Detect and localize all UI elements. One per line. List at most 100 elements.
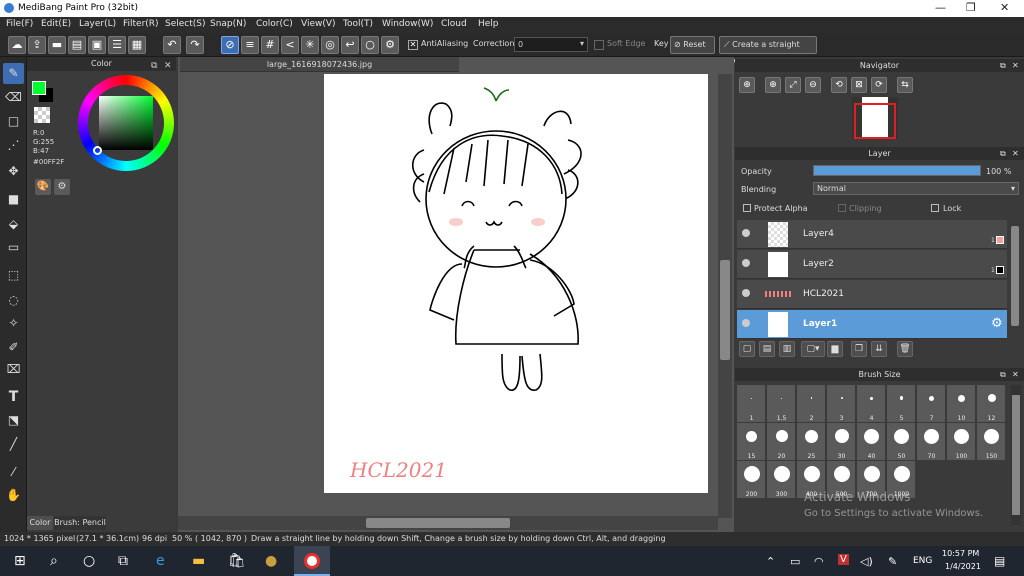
ellipse-snap-icon[interactable]: ○	[361, 36, 379, 54]
layer-row[interactable]: Layer2 1	[737, 250, 1007, 279]
new-halftone-layer-icon[interactable]: ▤	[759, 341, 775, 357]
network-icon[interactable]: ▭	[790, 555, 800, 568]
operation-tool-icon[interactable]: ⬔	[3, 410, 24, 431]
palette-settings-icon[interactable]: ⚙	[54, 179, 70, 195]
menu-snap[interactable]: Snap(N)	[210, 19, 246, 29]
menu-window[interactable]: Window(W)	[382, 19, 433, 29]
file-explorer-icon[interactable]: ▬	[192, 553, 205, 569]
close-panel-icon[interactable]: ✕	[1012, 147, 1019, 160]
menu-file[interactable]: File(F)	[6, 19, 33, 29]
zoom-fit-icon[interactable]: ⊕	[739, 77, 755, 93]
redo-icon[interactable]: ↷	[186, 36, 204, 54]
menu-filter[interactable]: Filter(R)	[123, 19, 159, 29]
hand-tool-icon[interactable]: ✋	[3, 485, 24, 506]
undo-icon[interactable]: ↶	[163, 36, 181, 54]
chevron-up-icon[interactable]: ⌃	[766, 555, 775, 568]
circle-snap-icon[interactable]: ◎	[321, 36, 339, 54]
zoom-out-icon[interactable]: ⊖	[805, 77, 821, 93]
menu-edit[interactable]: Edit(E)	[41, 19, 71, 29]
correction-select[interactable]: 0 ▾	[514, 37, 588, 52]
color-wheel[interactable]	[78, 75, 174, 171]
speech-icon[interactable]: ▤	[68, 36, 86, 54]
clock-time[interactable]: 10:57 PM	[942, 549, 979, 558]
page-icon[interactable]: ▣	[88, 36, 106, 54]
snap-off-icon[interactable]: ⊘	[221, 36, 239, 54]
undock-icon[interactable]: ⧉	[151, 59, 157, 73]
close-panel-icon[interactable]: ✕	[164, 59, 172, 73]
lasso-tool-icon[interactable]: ◌	[3, 290, 24, 311]
lock-checkbox[interactable]	[931, 204, 939, 212]
folder-icon[interactable]: ▆	[827, 341, 843, 357]
divide-tool-icon[interactable]: ╱	[3, 434, 24, 455]
layer-row[interactable]: HCL2021	[737, 280, 1007, 309]
brush-size-cell[interactable]: 10	[947, 385, 976, 422]
fit-window-icon[interactable]: ⤢	[785, 77, 801, 93]
clipping-checkbox[interactable]	[838, 204, 846, 212]
menu-help[interactable]: Help	[478, 19, 499, 29]
visibility-icon[interactable]	[742, 319, 750, 327]
brush-size-cell[interactable]: 15	[737, 423, 766, 460]
vpn-icon[interactable]: V	[838, 554, 849, 565]
magic-wand-tool-icon[interactable]: ✧	[3, 313, 24, 334]
vertical-scrollbar[interactable]	[718, 74, 732, 518]
rectangle-tool-icon[interactable]: □	[3, 111, 24, 132]
menu-tool[interactable]: Tool(T)	[343, 19, 373, 29]
vanishing-snap-icon[interactable]: <	[281, 36, 299, 54]
bucket-tool-icon[interactable]: ⬙	[3, 214, 24, 235]
straight-line-button[interactable]: ⟋ Create a straight line	[719, 36, 817, 65]
zoom-in-icon[interactable]: ⊕	[765, 77, 781, 93]
navigator-preview[interactable]	[852, 97, 898, 139]
reset-button[interactable]: ⊘ Reset	[670, 36, 715, 54]
radial-snap-icon[interactable]: ✳	[301, 36, 319, 54]
list-icon[interactable]: ☰	[108, 36, 126, 54]
medibang-taskbar-button[interactable]	[294, 546, 330, 576]
brush-size-cell[interactable]: 1	[737, 385, 766, 422]
wifi-icon[interactable]: ◠	[814, 555, 824, 568]
menu-select[interactable]: Select(S)	[165, 19, 206, 29]
brush-size-cell[interactable]: 50	[887, 423, 916, 460]
horizontal-scroll-thumb[interactable]	[366, 518, 510, 528]
maximize-button[interactable]: ❐	[966, 1, 976, 14]
vertical-scroll-thumb[interactable]	[720, 260, 730, 360]
task-view-icon[interactable]: ⧉	[118, 553, 128, 569]
start-icon[interactable]: ⊞	[14, 553, 26, 569]
brush-size-cell[interactable]: 12	[977, 385, 1006, 422]
layer-list-scrollbar[interactable]	[1009, 220, 1021, 339]
store-icon[interactable]: 🛍	[228, 553, 246, 569]
document-tab[interactable]: large_1616918072436.jpg	[180, 57, 459, 72]
gradient-tool-icon[interactable]: ▭	[3, 237, 24, 258]
minimize-button[interactable]: —	[935, 1, 946, 14]
brush-scroll-thumb[interactable]	[1012, 395, 1020, 515]
duplicate-layer-icon[interactable]: ❐	[851, 341, 867, 357]
blending-select[interactable]: Normal ▾	[813, 182, 1019, 195]
curve-snap-icon[interactable]: ↩	[341, 36, 359, 54]
brush-size-cell[interactable]: 100	[947, 423, 976, 460]
settings-icon[interactable]: ⚙	[381, 36, 399, 54]
brush-size-cell[interactable]: 70	[917, 423, 946, 460]
edge-icon[interactable]: e	[156, 553, 165, 569]
tab-brush[interactable]: Brush: Pencil	[54, 516, 106, 530]
eraser-tool-icon[interactable]: ⌫	[3, 87, 24, 108]
palette-icon[interactable]: 🎨	[35, 179, 51, 195]
trash-icon[interactable]: 🗑	[897, 341, 913, 357]
rotate-left-icon[interactable]: ⟲	[831, 77, 847, 93]
pen-icon[interactable]: ✎	[888, 555, 897, 568]
cortana-icon[interactable]: ○	[83, 553, 95, 569]
select-eraser-tool-icon[interactable]: ⌧	[3, 359, 24, 380]
menu-view[interactable]: View(V)	[301, 19, 336, 29]
layer-scroll-thumb[interactable]	[1011, 226, 1019, 326]
tab-color[interactable]: Color	[27, 516, 53, 530]
gear-icon[interactable]: ⚙	[991, 316, 1003, 331]
brush-size-cell[interactable]: 1.5	[767, 385, 796, 422]
select-rect-tool-icon[interactable]: ⬚	[3, 265, 24, 286]
dot-tool-icon[interactable]: ⋰	[3, 135, 24, 156]
layer-row[interactable]: Layer4 1	[737, 220, 1007, 249]
brush-size-cell[interactable]: 150	[977, 423, 1006, 460]
brush-size-cell[interactable]: 7	[917, 385, 946, 422]
eyedropper-tool-icon[interactable]: ⁄	[3, 462, 24, 483]
brush-size-cell[interactable]: 25	[797, 423, 826, 460]
brush-size-cell[interactable]: 30	[827, 423, 856, 460]
opacity-slider[interactable]	[813, 165, 981, 176]
brush-size-cell[interactable]: 4	[857, 385, 886, 422]
brush-size-cell[interactable]: 3	[827, 385, 856, 422]
